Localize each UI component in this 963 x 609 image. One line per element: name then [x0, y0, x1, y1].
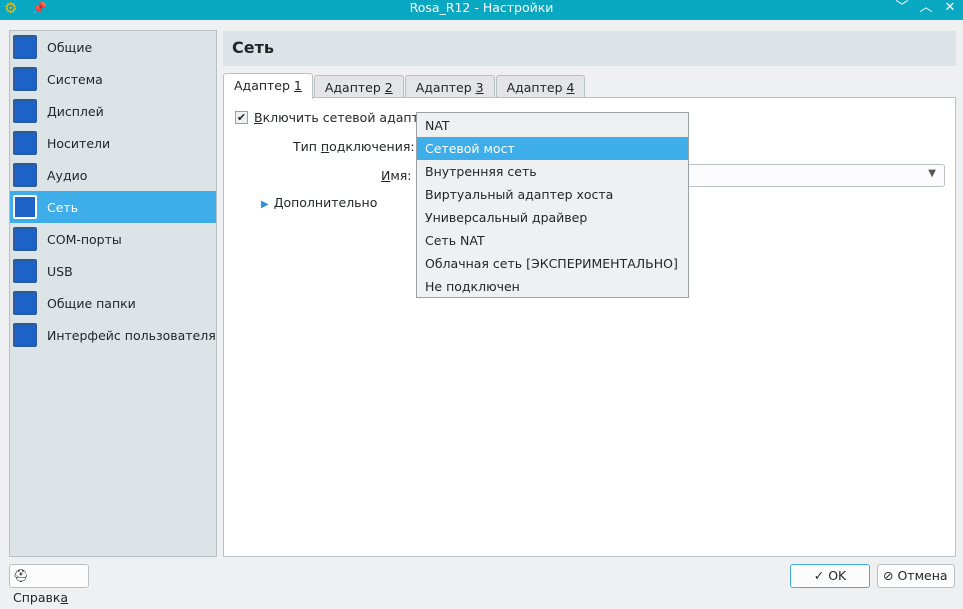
tab-adapter-1[interactable]: Адаптер 1 [223, 73, 313, 99]
sidebar-item-label: Общие папки [47, 295, 136, 311]
name-combobox[interactable]: ▼ [674, 164, 945, 187]
page-title: Сеть [223, 31, 956, 66]
cancel-button[interactable]: ⊘ Отмена [877, 564, 955, 588]
check-icon: ✓ [813, 568, 825, 583]
tab-label: Адаптер [324, 80, 385, 95]
enable-adapter-label[interactable]: Включить сетевой адаптер [254, 110, 434, 125]
maximize-icon[interactable]: ︿ [916, 0, 936, 18]
advanced-toggle[interactable]: ▶ Дополнительно [261, 195, 377, 210]
sidebar-item-shared-folders[interactable]: Общие папки [10, 287, 216, 319]
sidebar-item-user-interface[interactable]: Интерфейс пользователя [10, 319, 216, 351]
sidebar-item-label: Система [47, 71, 103, 87]
dropdown-option[interactable]: Виртуальный адаптер хоста [417, 183, 688, 206]
sidebar-item-label: COM-порты [47, 231, 122, 247]
close-icon[interactable]: ✕ [940, 0, 960, 18]
enable-adapter-checkbox[interactable]: ✔ [235, 111, 248, 124]
user-interface-icon [13, 323, 37, 347]
tab-number: 1 [293, 78, 302, 93]
mnemonic: И [381, 168, 391, 183]
mnemonic: В [254, 110, 263, 125]
display-icon [13, 99, 37, 123]
mnemonic: п [320, 139, 330, 154]
minimize-icon[interactable]: ﹀ [892, 0, 912, 18]
expand-arrow-icon: ▶ [261, 199, 269, 210]
dropdown-option[interactable]: Не подключен [417, 275, 688, 298]
attached-to-label: Тип подключения: [293, 139, 415, 154]
label-text: Тип [293, 139, 321, 154]
help-button[interactable]: ⛑ Справка [9, 564, 89, 605]
sidebar-item-label: USB [47, 263, 73, 279]
sidebar-item-label: Дисплей [47, 103, 104, 119]
usb-icon [13, 259, 37, 283]
serial-ports-icon [13, 227, 37, 251]
window-title: Rosa_R12 - Настройки [409, 0, 554, 15]
pin-icon[interactable]: 📌 [32, 0, 47, 16]
sidebar-item-audio[interactable]: Аудио [10, 159, 216, 191]
sidebar-item-label: Аудио [47, 167, 88, 183]
dropdown-option[interactable]: NAT [417, 114, 688, 137]
shared-folders-icon [13, 291, 37, 315]
sidebar-item-label: Сеть [47, 199, 79, 215]
ok-button[interactable]: ✓ OK [790, 564, 870, 588]
tab-label: Адаптер [234, 78, 294, 93]
sidebar-item-general[interactable]: Общие [10, 31, 216, 63]
settings-sidebar: Общие Система Дисплей Носители Аудио Сеть COM-… [9, 30, 217, 557]
network-icon [13, 195, 37, 219]
sidebar-item-network[interactable]: Сеть [10, 191, 216, 223]
dropdown-option[interactable]: Сетевой мост [417, 137, 688, 160]
sidebar-item-system[interactable]: Система [10, 63, 216, 95]
title-bar: ⚙ 📌 Rosa_R12 - Настройки ﹀ ︿ ✕ [0, 0, 963, 20]
tab-adapter-2[interactable]: Адаптер 2 [313, 75, 404, 99]
adapter-tabs: Адаптер 1 Адаптер 2 Адаптер 3 Адаптер 4 [223, 73, 586, 99]
dropdown-option[interactable]: Облачная сеть [ЭКСПЕРИМЕНТАЛЬНО] [417, 252, 688, 275]
button-label: Справк [13, 590, 61, 605]
sidebar-item-label: Носители [47, 135, 111, 151]
button-label: OK [828, 568, 847, 583]
storage-icon [13, 131, 37, 155]
tab-label: Адаптер [506, 80, 567, 95]
label-text: мя: [390, 168, 412, 183]
general-icon [13, 35, 37, 59]
sidebar-item-display[interactable]: Дисплей [10, 95, 216, 127]
app-gear-icon: ⚙ [4, 0, 18, 17]
audio-icon [13, 163, 37, 187]
label-text: одключения: [329, 139, 415, 154]
lifebuoy-icon: ⛑ [13, 568, 29, 583]
sidebar-item-label: Интерфейс пользователя [47, 327, 216, 343]
tab-adapter-4[interactable]: Адаптер 4 [495, 75, 586, 99]
dropdown-option[interactable]: Универсальный драйвер [417, 206, 688, 229]
mnemonic: Д [273, 195, 284, 210]
sidebar-item-usb[interactable]: USB [10, 255, 216, 287]
button-label: Отмена [897, 568, 948, 583]
sidebar-item-label: Общие [47, 39, 93, 55]
dropdown-option[interactable]: Внутренняя сеть [417, 160, 688, 183]
tab-number: 4 [566, 80, 575, 95]
sidebar-item-storage[interactable]: Носители [10, 127, 216, 159]
label-text: ключить сетевой адаптер [262, 110, 435, 125]
dropdown-option[interactable]: Сеть NAT [417, 229, 688, 252]
tab-label: Адаптер [415, 80, 476, 95]
tab-number: 3 [475, 80, 484, 95]
mnemonic: а [60, 590, 69, 605]
label-text: ополнительно [283, 195, 378, 210]
sidebar-item-serial-ports[interactable]: COM-порты [10, 223, 216, 255]
tab-adapter-3[interactable]: Адаптер 3 [404, 75, 495, 99]
chevron-down-icon: ▼ [928, 168, 936, 179]
system-icon [13, 67, 37, 91]
name-label: Имя: [381, 168, 412, 183]
tab-number: 2 [384, 80, 393, 95]
attachment-type-dropdown: NAT Сетевой мост Внутренняя сеть Виртуальны… [416, 112, 689, 298]
